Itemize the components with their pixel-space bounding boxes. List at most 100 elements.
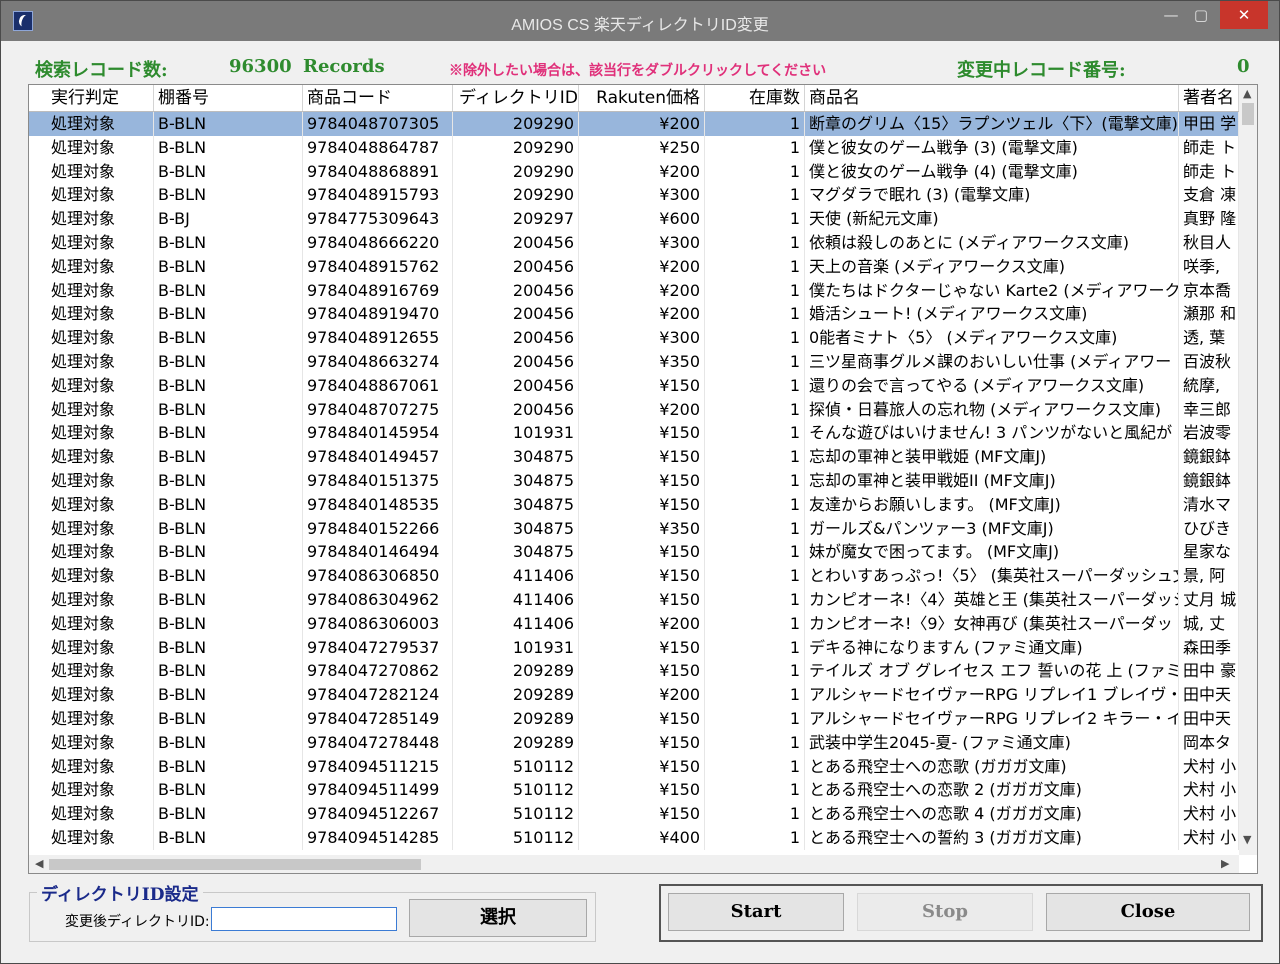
cell-author: 田中 豪 — [1179, 659, 1239, 684]
table-row[interactable]: 処理対象 B-BLN 9784840149457 304875 ¥150 1 忘却の軍神と装… — [29, 445, 1239, 469]
cell-product-name: 探偵・日暮旅人の忘れ物 (メディアワークス文庫) — [805, 397, 1179, 422]
scroll-up-icon[interactable]: ▲ — [1243, 87, 1251, 100]
close-window-button[interactable]: ✕ — [1220, 1, 1268, 29]
scroll-right-icon[interactable]: ▶ — [1221, 857, 1229, 870]
cell-stock: 1 — [705, 112, 805, 136]
cell-status: 処理対象 — [29, 754, 154, 779]
close-button[interactable]: Close — [1046, 893, 1250, 931]
column-header[interactable]: Rakuten価格 — [579, 85, 705, 111]
table-row[interactable]: 処理対象 B-BLN 9784047285149 209289 ¥150 1 アルシャードセ… — [29, 706, 1239, 731]
cell-price: ¥150 — [579, 587, 705, 612]
cell-stock: 1 — [705, 730, 805, 755]
cell-product-name: アルシャードセイヴァーRPG リプレイ2 キラー・イン・ — [805, 706, 1179, 731]
cell-price: ¥150 — [579, 373, 705, 398]
cell-stock: 1 — [705, 254, 805, 279]
column-header[interactable]: 著者名 — [1179, 85, 1239, 111]
cell-shelf: B-BLN — [154, 421, 303, 446]
table-row[interactable]: 処理対象 B-BLN 9784047282124 209289 ¥200 1 アルシャードセ… — [29, 683, 1239, 707]
cell-status: 処理対象 — [29, 825, 154, 850]
cell-price: ¥150 — [579, 730, 705, 755]
column-header[interactable]: 棚番号 — [154, 85, 303, 111]
table-row[interactable]: 処理対象 B-BLN 9784048666220 200456 ¥300 1 依頼は殺しのあ… — [29, 230, 1239, 255]
table-row[interactable]: 処理対象 B-BJ 9784775309643 209297 ¥600 1 天使 (新紀元文… — [29, 207, 1239, 231]
search-count-value: 96300 — [229, 56, 292, 77]
cell-shelf: B-BLN — [154, 159, 303, 184]
table-row[interactable]: 処理対象 B-BLN 9784048707275 200456 ¥200 1 探偵・日暮旅人… — [29, 397, 1239, 422]
table-row[interactable]: 処理対象 B-BLN 9784047270862 209289 ¥150 1 テイルズ オブ… — [29, 659, 1239, 684]
vertical-scroll-thumb[interactable] — [1242, 103, 1254, 125]
stop-button[interactable]: Stop — [857, 893, 1033, 931]
select-button[interactable]: 選択 — [409, 899, 587, 937]
cell-status: 処理対象 — [29, 611, 154, 636]
column-header[interactable]: 実行判定 — [29, 85, 154, 111]
cell-price: ¥150 — [579, 635, 705, 660]
cell-status: 処理対象 — [29, 183, 154, 208]
cell-author: 秋目人 — [1179, 230, 1239, 255]
cell-status: 処理対象 — [29, 421, 154, 446]
table-row[interactable]: 処理対象 B-BLN 9784086306003 411406 ¥200 1 カンピオーネ!… — [29, 611, 1239, 636]
table-row[interactable]: 処理対象 B-BLN 9784048864787 209290 ¥250 1 僕と彼女のゲー… — [29, 135, 1239, 160]
table-row[interactable]: 処理対象 B-BLN 9784048915762 200456 ¥200 1 天上の音楽 (… — [29, 254, 1239, 279]
cell-shelf: B-BLN — [154, 611, 303, 636]
horizontal-scrollbar[interactable]: ◀ ▶ — [29, 855, 1239, 873]
table-row[interactable]: 処理対象 B-BLN 9784048916769 200456 ¥200 1 僕たちはドクタ… — [29, 278, 1239, 303]
table-row[interactable]: 処理対象 B-BLN 9784840148535 304875 ¥150 1 友達からお願い… — [29, 492, 1239, 517]
maximize-button[interactable]: ▢ — [1181, 1, 1221, 29]
search-count-label: 検索レコード数: — [35, 60, 168, 81]
table-row[interactable]: 処理対象 B-BLN 9784094512267 510112 ¥150 1 とある飛空士へ… — [29, 802, 1239, 826]
vertical-scrollbar[interactable]: ▲ ▼ — [1239, 85, 1257, 855]
cell-product-name: テイルズ オブ グレイセス エフ 誓いの花 上 (ファミ — [805, 659, 1179, 684]
cell-price: ¥200 — [579, 159, 705, 184]
cell-author: 百波秋 — [1179, 349, 1239, 374]
scroll-left-icon[interactable]: ◀ — [35, 857, 43, 870]
table-row[interactable]: 処理対象 B-BLN 9784048868891 209290 ¥200 1 僕と彼女のゲー… — [29, 159, 1239, 184]
title-bar[interactable]: AMIOS CS 楽天ディレクトリID変更 — ▢ ✕ — [1, 1, 1279, 41]
table-row[interactable]: 処理対象 B-BLN 9784086306850 411406 ¥150 1 とわいすあっぷ… — [29, 564, 1239, 588]
table-row[interactable]: 処理対象 B-BLN 9784048919470 200456 ¥200 1 婚活シュート!… — [29, 302, 1239, 327]
table-row[interactable]: 処理対象 B-BLN 9784840151375 304875 ¥150 1 忘却の軍神と装… — [29, 468, 1239, 493]
cell-status: 処理対象 — [29, 302, 154, 327]
cell-stock: 1 — [705, 326, 805, 350]
cell-price: ¥200 — [579, 611, 705, 636]
table-row[interactable]: 処理対象 B-BLN 9784048707305 209290 ¥200 1 断章のグリム〈… — [29, 112, 1239, 136]
cell-stock: 1 — [705, 825, 805, 850]
cell-stock: 1 — [705, 373, 805, 398]
cell-stock: 1 — [705, 183, 805, 208]
start-button[interactable]: Start — [668, 893, 844, 931]
cell-price: ¥150 — [579, 492, 705, 517]
cell-product-name: とある飛空士への恋歌 4 (ガガガ文庫) — [805, 802, 1179, 826]
table-row[interactable]: 処理対象 B-BLN 9784094514285 510112 ¥400 1 とある飛空士へ… — [29, 825, 1239, 850]
column-header[interactable]: ディレクトリID — [453, 85, 579, 111]
cell-shelf: B-BLN — [154, 587, 303, 612]
column-header[interactable]: 商品コード — [303, 85, 453, 111]
scroll-down-icon[interactable]: ▼ — [1243, 833, 1251, 846]
table-row[interactable]: 処理対象 B-BLN 9784840145954 101931 ¥150 1 そんな遊びはい… — [29, 421, 1239, 446]
table-row[interactable]: 処理対象 B-BLN 9784048663274 200456 ¥350 1 三ツ星商事グル… — [29, 349, 1239, 374]
table-row[interactable]: 処理対象 B-BLN 9784086304962 411406 ¥150 1 カンピオーネ!… — [29, 587, 1239, 612]
table-row[interactable]: 処理対象 B-BLN 9784048915793 209290 ¥300 1 マグダラで眠れ… — [29, 183, 1239, 208]
column-header[interactable]: 在庫数 — [705, 85, 805, 111]
cell-author: 田中天 — [1179, 683, 1239, 707]
column-header[interactable]: 商品名 — [805, 85, 1179, 111]
table-row[interactable]: 処理対象 B-BLN 9784094511215 510112 ¥150 1 とある飛空士へ… — [29, 754, 1239, 779]
cell-product-name: カンピオーネ!〈9〉女神再び (集英社スーパーダッ — [805, 611, 1179, 636]
cell-shelf: B-BLN — [154, 802, 303, 826]
new-directory-input[interactable] — [211, 907, 397, 931]
table-row[interactable]: 処理対象 B-BLN 9784094511499 510112 ¥150 1 とある飛空士へ… — [29, 778, 1239, 803]
cell-directory-id: 411406 — [453, 564, 579, 588]
table-row[interactable]: 処理対象 B-BLN 9784047278448 209289 ¥150 1 武装中学生20… — [29, 730, 1239, 755]
cell-stock: 1 — [705, 635, 805, 660]
table-row[interactable]: 処理対象 B-BLN 9784047279537 101931 ¥150 1 デキる神になり… — [29, 635, 1239, 660]
cell-status: 処理対象 — [29, 659, 154, 684]
cell-product-code: 9784048707275 — [303, 397, 453, 422]
table-row[interactable]: 処理対象 B-BLN 9784840152266 304875 ¥350 1 ガールズ&パン… — [29, 516, 1239, 541]
cell-shelf: B-BLN — [154, 183, 303, 208]
table-row[interactable]: 処理対象 B-BLN 9784840146494 304875 ¥150 1 妹が魔女で困っ… — [29, 540, 1239, 565]
table-row[interactable]: 処理対象 B-BLN 9784048912655 200456 ¥300 1 0能者ミナト〈… — [29, 326, 1239, 350]
cell-directory-id: 209289 — [453, 683, 579, 707]
cell-price: ¥200 — [579, 302, 705, 327]
cell-status: 処理対象 — [29, 802, 154, 826]
horizontal-scroll-thumb[interactable] — [49, 859, 421, 870]
records-grid[interactable]: 実行判定 棚番号 商品コード ディレクトリID Rakuten価格 在庫数 商品名 著者名 処… — [28, 84, 1258, 874]
table-row[interactable]: 処理対象 B-BLN 9784048867061 200456 ¥150 1 還りの会で言っ… — [29, 373, 1239, 398]
